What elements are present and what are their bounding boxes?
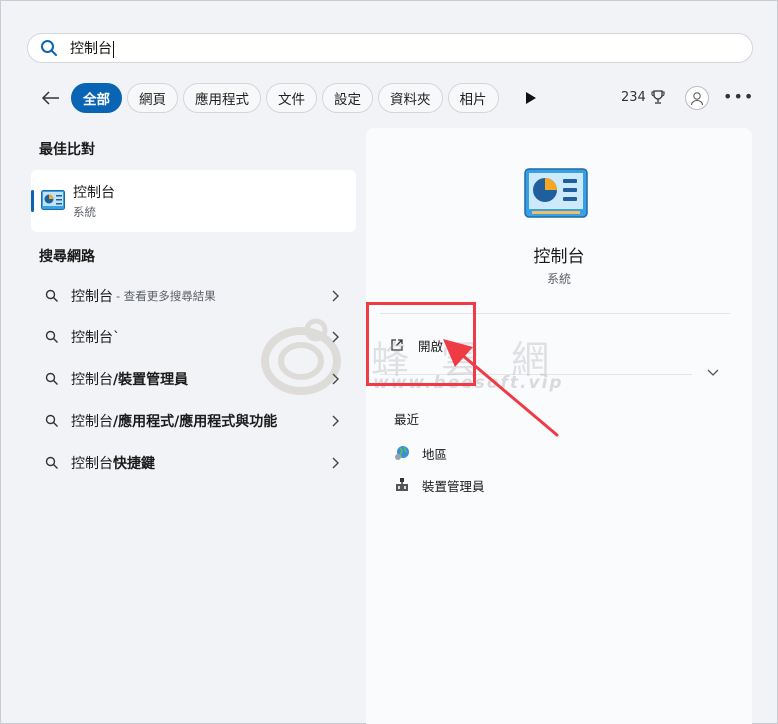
- recent-item-region[interactable]: 地區: [394, 442, 447, 464]
- search-icon: [45, 289, 58, 302]
- search-icon: [41, 40, 57, 56]
- web-search-query: 控制台: [71, 456, 113, 472]
- filter-bar: 全部 網頁 應用程式 文件 設定 資料夾 相片: [37, 82, 504, 114]
- text-caret: [113, 40, 114, 58]
- web-search-item[interactable]: 控制台 - 查看更多搜尋結果: [37, 281, 347, 311]
- detail-subtitle: 系統: [546, 272, 571, 286]
- search-icon: [45, 330, 58, 343]
- tab-apps[interactable]: 應用程式: [183, 83, 261, 113]
- recent-item-label: 地區: [422, 446, 448, 462]
- tab-settings[interactable]: 設定: [322, 83, 373, 113]
- bee-watermark-logo: [261, 318, 341, 395]
- selection-indicator: [31, 190, 34, 212]
- annotation-arrow-icon: [443, 339, 559, 437]
- search-input[interactable]: 控制台: [70, 38, 114, 58]
- best-match-heading: 最佳比對: [39, 142, 95, 158]
- search-input-value: 控制台: [70, 41, 112, 57]
- chevron-right-icon: [332, 290, 339, 302]
- web-search-query: 控制台: [71, 372, 113, 388]
- more-tabs-button[interactable]: [523, 89, 539, 107]
- web-search-query: 控制台: [71, 289, 113, 305]
- tab-documents[interactable]: 文件: [266, 83, 317, 113]
- web-search-query-bold: /裝置管理員: [113, 372, 189, 388]
- web-search-hint: - 查看更多搜尋結果: [116, 289, 216, 303]
- web-search-query: 控制台: [71, 414, 113, 430]
- recent-item-label: 裝置管理員: [422, 478, 485, 494]
- start-search-window: 控制台 全部 網頁 應用程式 文件 設定 資料夾 相片 234 ••• 最佳比對…: [0, 0, 778, 724]
- tab-all[interactable]: 全部: [71, 83, 122, 113]
- chevron-right-icon: [332, 457, 339, 469]
- back-button[interactable]: [37, 84, 65, 112]
- device-manager-icon: [396, 478, 408, 491]
- search-box[interactable]: 控制台: [27, 33, 753, 63]
- control-panel-icon: [524, 168, 588, 218]
- detail-title: 控制台: [533, 247, 585, 267]
- tab-web[interactable]: 網頁: [127, 83, 178, 113]
- more-options-icon[interactable]: •••: [723, 87, 754, 106]
- best-match-item[interactable]: 控制台 系統: [31, 170, 356, 232]
- user-avatar-icon: [691, 92, 703, 106]
- rewards-points[interactable]: 234: [621, 89, 666, 105]
- recent-item-device-manager[interactable]: 裝置管理員: [394, 474, 485, 496]
- search-icon: [45, 414, 58, 427]
- best-match-name: 控制台: [73, 185, 115, 201]
- control-panel-icon: [41, 190, 65, 210]
- web-search-heading: 搜尋網路: [39, 249, 95, 265]
- globe-icon: [395, 446, 409, 460]
- tab-photos[interactable]: 相片: [447, 83, 499, 113]
- chevron-right-icon: [332, 415, 339, 427]
- web-search-item[interactable]: 控制台快捷鍵: [37, 448, 347, 478]
- search-icon: [45, 372, 58, 385]
- web-search-query: 控制台`: [71, 330, 120, 346]
- chevron-down-icon[interactable]: [706, 368, 720, 378]
- rewards-points-value: 234: [621, 89, 646, 105]
- avatar[interactable]: [685, 86, 709, 110]
- web-search-item[interactable]: 控制台/應用程式/應用程式與功能: [37, 406, 347, 436]
- best-match-type: 系統: [73, 205, 96, 219]
- tab-folders[interactable]: 資料夾: [378, 83, 443, 113]
- web-search-query-bold: 快捷鍵: [113, 456, 155, 472]
- web-search-query-bold: /應用程式/應用程式與功能: [113, 414, 278, 430]
- trophy-icon: [651, 90, 665, 104]
- back-arrow-icon: [41, 91, 59, 105]
- recent-heading: 最近: [394, 412, 420, 427]
- play-icon: [526, 92, 536, 104]
- search-icon: [45, 456, 58, 469]
